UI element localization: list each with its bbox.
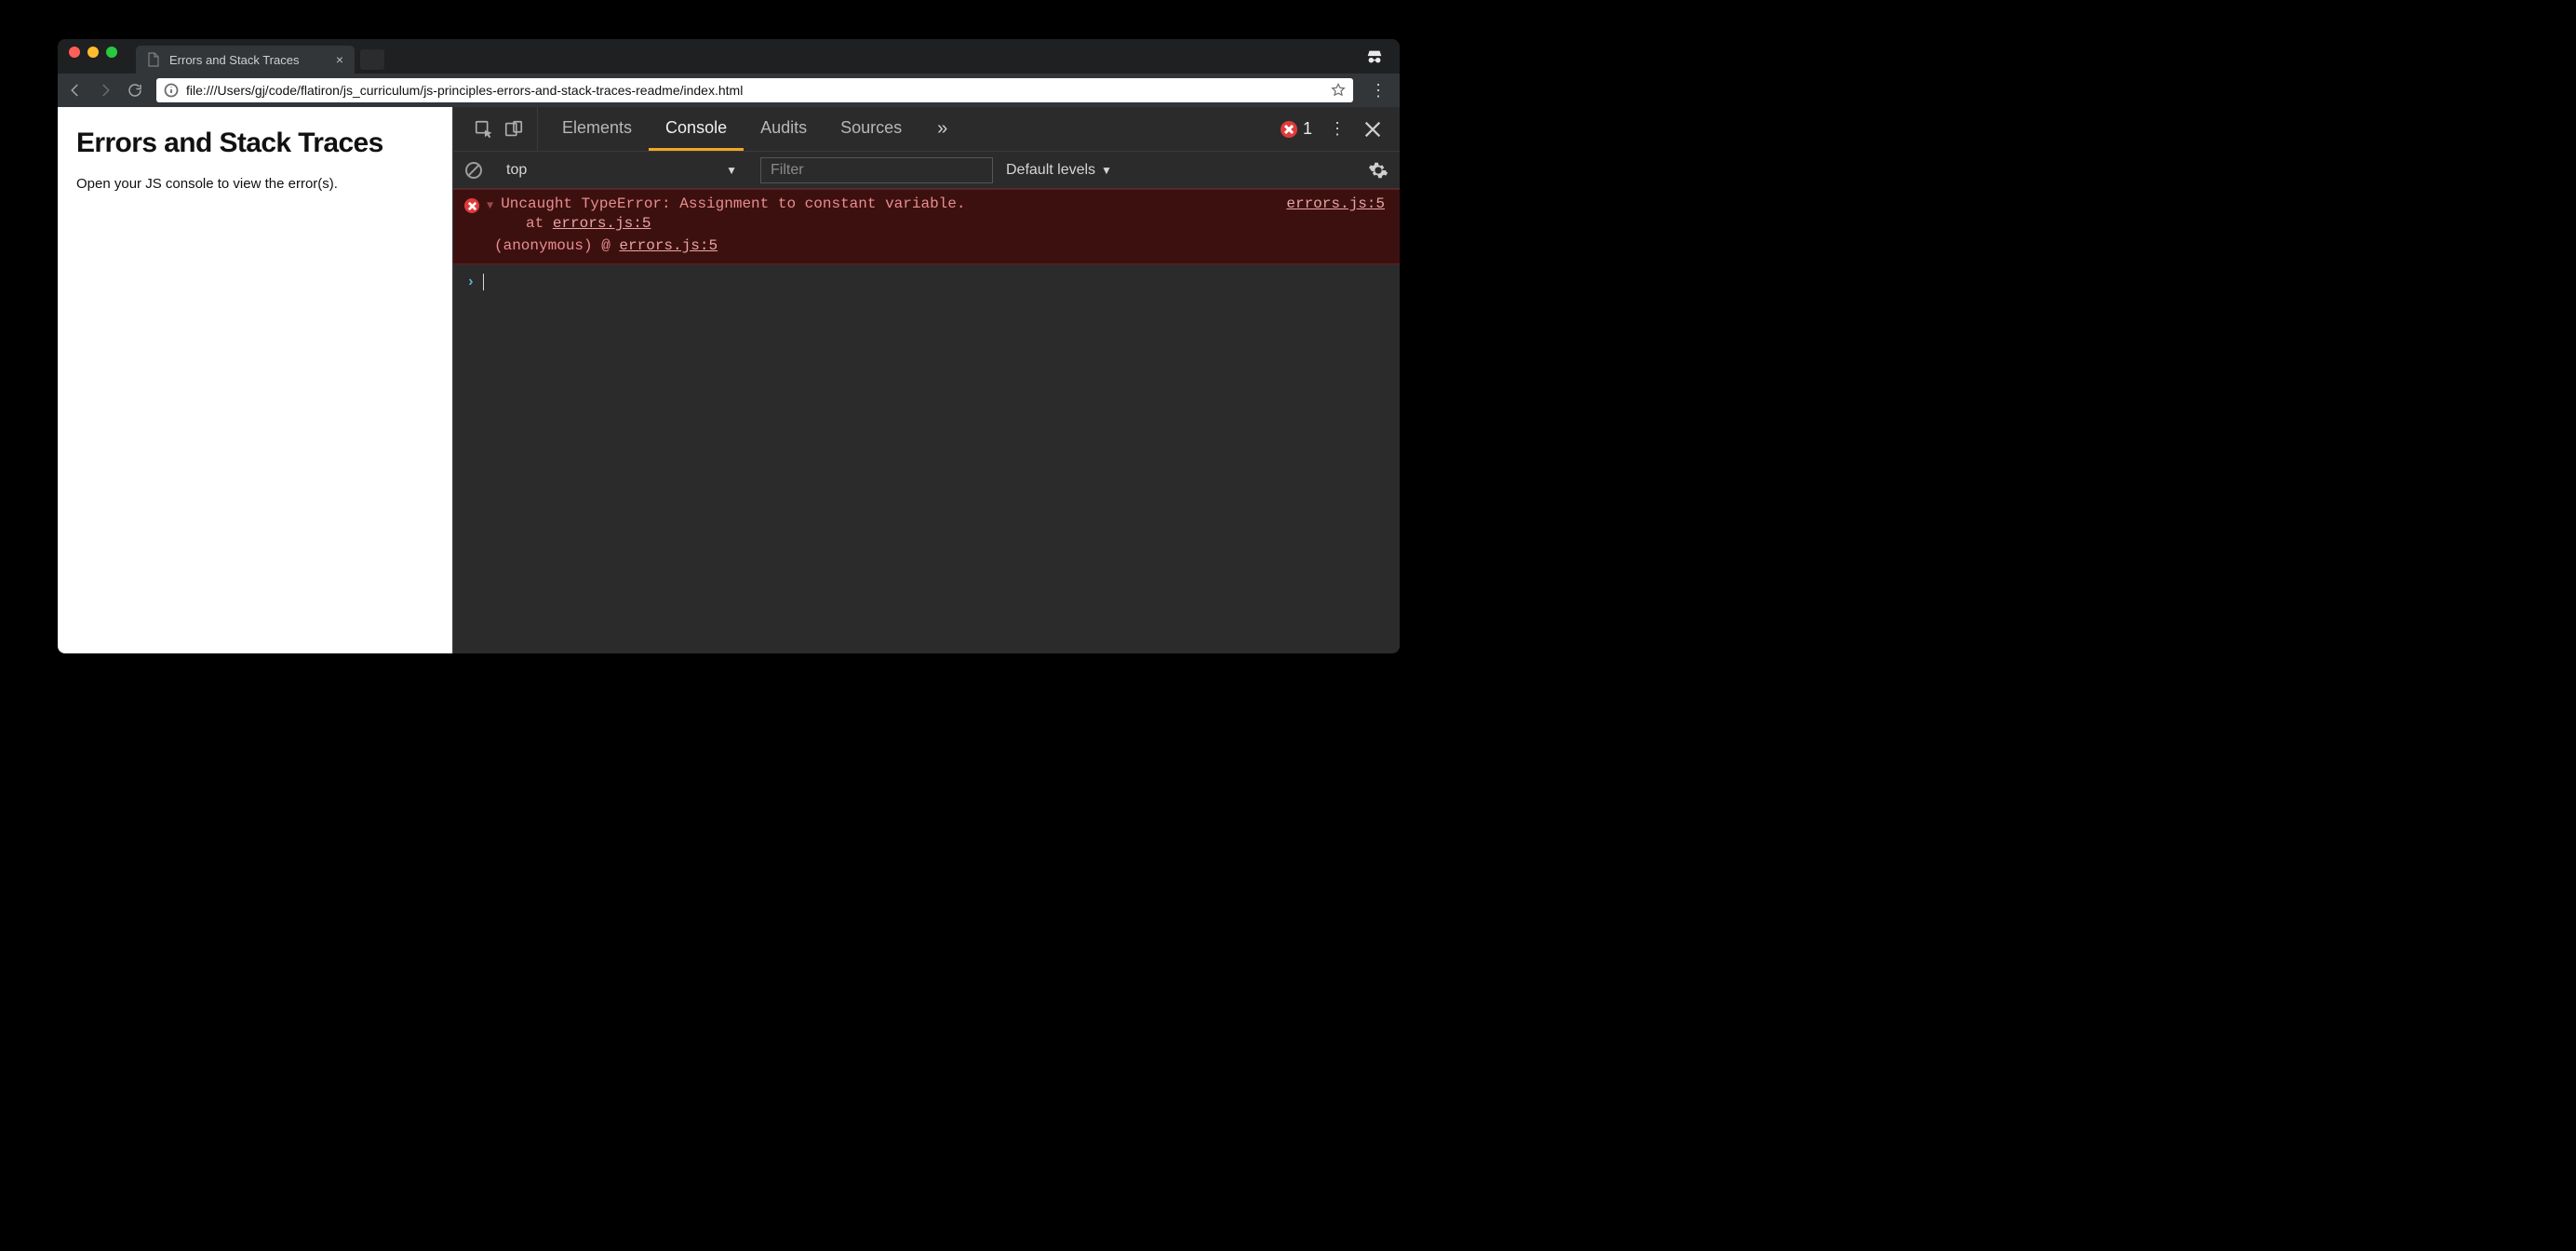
bookmark-star-icon[interactable] [1331, 83, 1346, 98]
stack-at-prefix: at [526, 215, 553, 232]
log-levels-label: Default levels [1006, 162, 1095, 179]
browser-window: Errors and Stack Traces × file:///Users/… [58, 39, 1400, 653]
forward-button[interactable] [97, 82, 114, 99]
clear-console-icon[interactable] [464, 161, 483, 180]
window-minimize-button[interactable] [87, 47, 99, 58]
error-icon [1281, 121, 1297, 138]
console-filterbar: top ▼ Default levels ▼ [453, 152, 1400, 189]
stack-frame-link[interactable]: errors.js:5 [553, 215, 651, 232]
site-info-icon[interactable] [164, 83, 179, 98]
tab-audits[interactable]: Audits [744, 107, 824, 151]
devtools-tabbar: Elements Console Audits Sources » 1 ⋮ [453, 107, 1400, 152]
back-button[interactable] [67, 82, 84, 99]
stack-frame: at errors.js:5 [464, 215, 1389, 232]
tab-sources[interactable]: Sources [824, 107, 919, 151]
address-bar[interactable]: file:///Users/gj/code/flatiron/js_curric… [156, 78, 1353, 102]
window-controls [69, 39, 136, 74]
devtools-tabbar-right: 1 ⋮ [1281, 119, 1392, 140]
inspect-element-icon[interactable] [474, 119, 494, 140]
browser-tab[interactable]: Errors and Stack Traces × [136, 46, 355, 74]
devtools-tabs: Elements Console Audits Sources [545, 107, 919, 151]
tabstrip: Errors and Stack Traces × [58, 39, 1400, 74]
window-zoom-button[interactable] [106, 47, 117, 58]
tab-elements[interactable]: Elements [545, 107, 649, 151]
tab-console[interactable]: Console [649, 107, 744, 151]
page-paragraph: Open your JS console to view the error(s… [76, 176, 434, 192]
context-select[interactable]: top ▼ [496, 157, 747, 183]
page-heading: Errors and Stack Traces [76, 128, 434, 159]
console-prompt[interactable]: › [453, 264, 1400, 300]
content-row: Errors and Stack Traces Open your JS con… [58, 107, 1400, 653]
browser-menu-button[interactable]: ⋮ [1366, 81, 1390, 101]
new-tab-button[interactable] [360, 49, 384, 70]
window-close-button[interactable] [69, 47, 80, 58]
console-error-entry[interactable]: errors.js:5 ▼ Uncaught TypeError: Assign… [453, 189, 1400, 264]
console-body: errors.js:5 ▼ Uncaught TypeError: Assign… [453, 189, 1400, 653]
toolbar: file:///Users/gj/code/flatiron/js_curric… [58, 74, 1400, 107]
devtools-panel: Elements Console Audits Sources » 1 ⋮ [452, 107, 1400, 653]
error-badge[interactable]: 1 [1281, 119, 1312, 139]
log-levels-select[interactable]: Default levels ▼ [1006, 162, 1112, 179]
anonymous-link[interactable]: errors.js:5 [619, 237, 718, 254]
devtools-close-button[interactable] [1362, 119, 1383, 140]
page-content: Errors and Stack Traces Open your JS con… [58, 107, 452, 653]
error-count: 1 [1303, 119, 1312, 139]
devtools-menu-button[interactable]: ⋮ [1329, 119, 1346, 139]
prompt-chevron-icon: › [466, 274, 476, 290]
error-message: Uncaught TypeError: Assignment to consta… [501, 195, 1389, 212]
reload-button[interactable] [127, 82, 143, 99]
context-select-value: top [506, 162, 527, 179]
caret [483, 274, 484, 290]
device-toolbar-icon[interactable] [503, 119, 524, 140]
chevron-down-icon: ▼ [1101, 164, 1112, 177]
file-icon [147, 52, 160, 67]
anonymous-prefix: (anonymous) @ [494, 237, 619, 254]
incognito-icon [1362, 47, 1387, 67]
tab-close-button[interactable]: × [336, 52, 343, 67]
tabs-overflow-button[interactable]: » [926, 118, 959, 140]
disclosure-triangle-icon[interactable]: ▼ [487, 199, 493, 212]
filter-input[interactable] [760, 157, 993, 183]
error-source-link[interactable]: errors.js:5 [1286, 195, 1385, 212]
console-settings-icon[interactable] [1368, 160, 1389, 181]
inspect-group [461, 107, 538, 151]
chevron-down-icon: ▼ [726, 164, 737, 177]
tab-title: Errors and Stack Traces [169, 53, 299, 67]
stack-summary: (anonymous) @ errors.js:5 [464, 232, 1389, 256]
url-text: file:///Users/gj/code/flatiron/js_curric… [186, 83, 1323, 98]
error-icon [464, 198, 479, 213]
